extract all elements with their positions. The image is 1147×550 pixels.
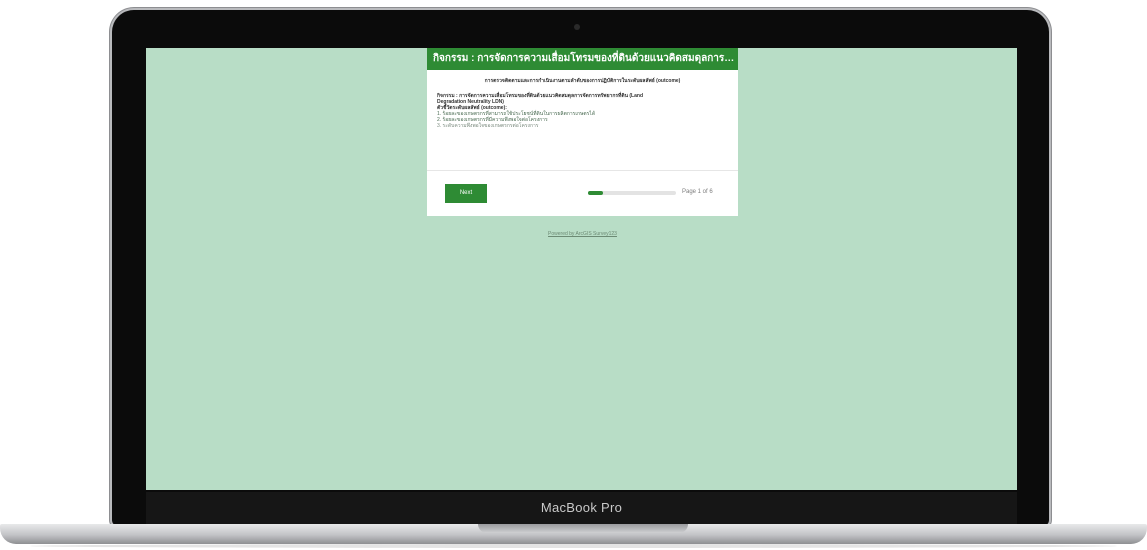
footer-divider [427, 170, 738, 171]
laptop-shadow [30, 544, 1117, 548]
survey-subtitle: การตรวจติดตามและการกำเนินงานตามลำดับของก… [484, 78, 681, 84]
screen-chin: MacBook Pro [146, 492, 1017, 524]
powered-by-link[interactable]: Powered by ArcGIS Survey123 [427, 231, 738, 237]
progress-bar-fill [588, 191, 603, 195]
laptop-mockup: กิจกรรม : การจัดการความเสื่อมโทรมของที่ด… [0, 0, 1147, 550]
survey-page: กิจกรรม : การจัดการความเสื่อมโทรมของที่ด… [146, 48, 1017, 490]
outcome-item-3: 3. ระดับความพึงพอใจของเกษตรกรต่อโครงการ [437, 123, 539, 129]
next-button[interactable]: Next [445, 184, 487, 203]
camera-icon [574, 24, 580, 30]
page-indicator: Page 1 of 6 [682, 189, 713, 195]
survey-content: การตรวจติดตามและการกำเนินงานตามลำดับของก… [427, 70, 738, 129]
laptop-notch [478, 524, 688, 533]
survey-card: กิจกรรม : การจัดการความเสื่อมโทรมของที่ด… [427, 48, 738, 216]
progress-bar [588, 191, 676, 195]
device-label: MacBook Pro [540, 500, 623, 515]
survey-header-title: กิจกรรม : การจัดการความเสื่อมโทรมของที่ด… [427, 48, 738, 70]
